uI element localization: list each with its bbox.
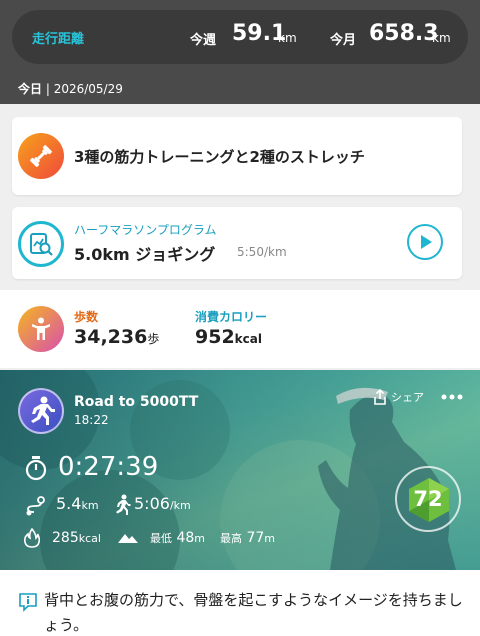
tip-banner: 背中とお腹の筋力で、骨盤を起こすようなイメージを持ちましょう。 [0, 570, 480, 636]
steps-value-row: 34,236歩 [74, 326, 159, 348]
week-distance-unit: km [278, 31, 297, 45]
running-icon [18, 388, 64, 434]
calories-value-row: 952kcal [195, 326, 262, 348]
week-label: 今週 [190, 33, 217, 48]
run-pace-row: 5:06/km [134, 494, 191, 513]
run-pace-unit: /km [169, 499, 191, 512]
share-label: シェア [391, 391, 424, 404]
elevation-min-label: 最低 [150, 532, 172, 545]
calories-unit: kcal [234, 332, 262, 346]
elevation-max-label: 最高 [220, 532, 242, 545]
run-score-badge[interactable]: 72 [395, 466, 461, 532]
elevation-min-row: 最低 48m [150, 530, 205, 546]
run-calories-row: 285kcal [52, 530, 101, 546]
today-date: 今日 | 2026/05/29 [18, 80, 123, 97]
run-distance-row: 5.4km [56, 494, 99, 513]
play-button[interactable] [407, 224, 443, 260]
run-calories-unit: kcal [78, 532, 101, 545]
pace-runner-icon [116, 494, 131, 515]
distance-title: 走行距離 [32, 32, 85, 47]
today-label: 今日 [18, 82, 43, 96]
info-icon [19, 593, 37, 612]
share-icon [374, 389, 386, 405]
elevation-min-unit: m [194, 532, 205, 545]
run-activity-card[interactable]: Road to 5000TT 18:22 シェア 0:27:39 5.4km 5… [0, 370, 480, 570]
run-distance: 5.4 [56, 494, 82, 513]
run-calories: 285 [52, 530, 79, 546]
steps-unit: 歩 [147, 332, 160, 346]
route-icon [26, 496, 45, 516]
share-button[interactable]: シェア [373, 389, 424, 405]
run-time: 18:22 [74, 413, 109, 427]
today-date-value: | 2026/05/29 [45, 82, 123, 96]
program-subtitle: ハーフマラソンプログラム [74, 223, 217, 237]
calories-value: 952 [195, 326, 235, 348]
elevation-max-unit: m [264, 532, 275, 545]
flame-icon [24, 528, 40, 548]
tip-text: 背中とお腹の筋力で、骨盤を起こすようなイメージを持ちましょう。 [44, 591, 463, 634]
run-distance-unit: km [81, 499, 99, 512]
activity-summary: 歩数 34,236歩 消費カロリー 952kcal [0, 290, 480, 368]
month-distance-value: 658.3 [369, 21, 439, 46]
program-search-icon [18, 221, 64, 267]
elevation-max-value: 77 [246, 530, 265, 546]
steps-label: 歩数 [74, 310, 99, 324]
person-icon [18, 306, 64, 352]
header: 走行距離 今週 59.1 km 今月 658.3 km 今日 | 2026/05… [0, 0, 480, 104]
elevation-min-value: 48 [176, 530, 195, 546]
elevation-icon [118, 534, 138, 543]
run-title: Road to 5000TT [74, 394, 199, 410]
dumbbell-icon [18, 133, 64, 179]
play-icon [421, 235, 432, 249]
distance-summary[interactable]: 走行距離 今週 59.1 km 今月 658.3 km [12, 10, 468, 64]
month-distance-unit: km [432, 31, 451, 45]
run-score-value: 72 [413, 487, 443, 511]
strength-card-text: 3種の筋力トレーニングと2種のストレッチ [74, 148, 365, 166]
elevation-max-row: 最高 77m [220, 530, 275, 546]
run-duration: 0:27:39 [58, 452, 159, 482]
strength-training-card[interactable]: 3種の筋力トレーニングと2種のストレッチ [12, 117, 462, 195]
steps-value: 34,236 [74, 326, 148, 348]
program-pace: 5:50/km [237, 245, 287, 259]
program-title: 5.0km ジョギング [74, 245, 216, 264]
stopwatch-icon [25, 456, 47, 481]
more-options-icon[interactable] [440, 389, 464, 403]
calories-label: 消費カロリー [195, 310, 268, 324]
month-label: 今月 [330, 33, 357, 48]
run-pace: 5:06 [134, 494, 170, 513]
program-card[interactable]: ハーフマラソンプログラム 5.0km ジョギング 5:50/km [12, 207, 462, 279]
